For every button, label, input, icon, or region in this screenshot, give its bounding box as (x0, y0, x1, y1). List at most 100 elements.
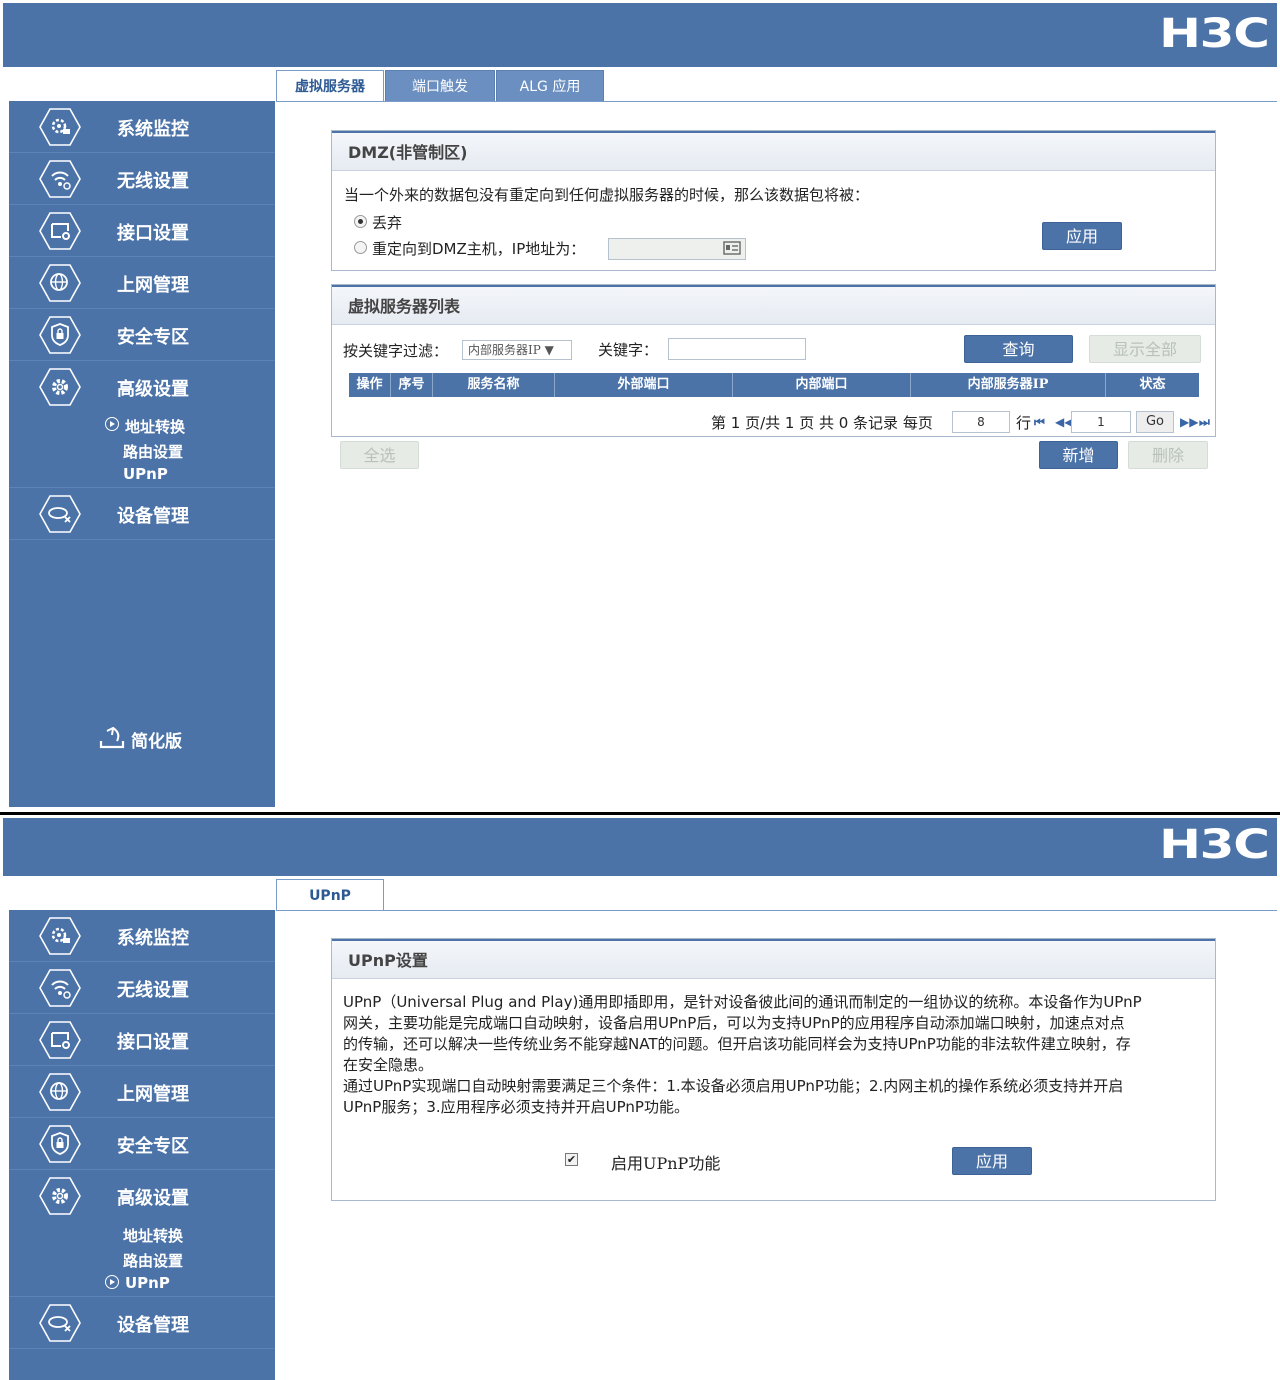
col-action: 操作 (349, 373, 391, 397)
monitor-gear-icon (39, 916, 81, 956)
sidebar-item-label: 无线设置 (117, 980, 189, 1001)
col-internal-ip: 内部服务器IP (911, 373, 1106, 397)
wifi-icon (39, 159, 81, 199)
sidebar-item-security[interactable]: 安全专区 (9, 1118, 275, 1170)
globe-icon (39, 263, 81, 303)
current-page-indicator-icon (105, 417, 119, 431)
interface-icon (39, 211, 81, 251)
sidebar: 系统监控 无线设置 接口设置 上网管理 安全专区 高级设置 地址转换 路由设置 … (9, 910, 275, 1380)
keyword-label: 关键字： (598, 341, 659, 359)
sidebar-item-internet[interactable]: 上网管理 (9, 257, 275, 309)
header-bar: H3C (3, 3, 1277, 67)
sidebar-item-label: 设备管理 (117, 1315, 189, 1336)
enable-upnp-label: 启用UPnP功能 (611, 1154, 721, 1173)
tab-upnp[interactable]: UPnP (276, 879, 384, 911)
sidebar-subitem-nat[interactable]: 地址转换 (123, 1225, 183, 1246)
pager-summary: 第 1 页/共 1 页 共 0 条记录 每页 (711, 414, 933, 432)
monitor-gear-icon (39, 107, 81, 147)
shield-lock-icon (39, 1124, 81, 1164)
upnp-description: UPnP（Universal Plug and Play)通用即插即用，是针对设… (343, 992, 1203, 1118)
upnp-title: UPnP设置 (332, 939, 1215, 979)
page-number-input[interactable]: 1 (1071, 411, 1131, 433)
tab-virtual-server[interactable]: 虚拟服务器 (276, 70, 384, 102)
device-icon (39, 1303, 81, 1343)
sidebar-item-label: 系统监控 (117, 928, 189, 949)
radio-discard-label: 丢弃 (372, 214, 403, 232)
col-status: 状态 (1139, 377, 1166, 392)
wifi-icon (39, 968, 81, 1008)
tab-alg[interactable]: ALG 应用 (496, 70, 604, 102)
virtual-server-title: 虚拟服务器列表 (332, 285, 1215, 325)
filter-label: 按关键字过滤： (343, 342, 449, 360)
search-button[interactable]: 查询 (964, 335, 1073, 363)
shield-lock-icon (39, 315, 81, 355)
dmz-apply-button[interactable]: 应用 (1042, 222, 1122, 250)
sidebar-item-wireless[interactable]: 无线设置 (9, 962, 275, 1014)
globe-icon (39, 1072, 81, 1112)
interface-icon (39, 1020, 81, 1060)
col-index: 序号 (391, 373, 433, 397)
current-page-indicator-icon (105, 1275, 119, 1289)
next-page-icon[interactable]: ▶▶ (1180, 415, 1198, 429)
sidebar-item-interface[interactable]: 接口设置 (9, 1014, 275, 1066)
sidebar-item-label: 系统监控 (117, 119, 189, 140)
tab-underline (276, 101, 1277, 102)
sidebar-item-wireless[interactable]: 无线设置 (9, 153, 275, 205)
upnp-apply-button[interactable]: 应用 (952, 1147, 1032, 1175)
simple-mode-link[interactable]: 简化版 (99, 726, 182, 756)
sidebar: 系统监控 无线设置 接口设置 上网管理 安全专区 高级设置 地址转换 路由设置 … (9, 101, 275, 807)
filter-select[interactable]: 内部服务器IP ▼ (462, 340, 572, 360)
select-all-button[interactable]: 全选 (340, 441, 419, 469)
show-all-button[interactable]: 显示全部 (1089, 335, 1201, 363)
simple-mode-label: 简化版 (131, 732, 182, 752)
table-header: 操作 序号 服务名称 外部端口 内部端口 内部服务器IP 状态 (349, 373, 1199, 397)
last-page-icon[interactable]: ⏭ (1199, 415, 1210, 430)
gear-icon (39, 1176, 81, 1216)
sidebar-subitem-upnp[interactable]: UPnP (123, 465, 168, 483)
upnp-description-line: 的传输，还可以解决一些传统业务不能穿越NAT的问题。但开启该功能同样会为支持UP… (343, 1035, 1131, 1053)
sidebar-subitem-routing[interactable]: 路由设置 (123, 1250, 183, 1271)
sidebar-item-device[interactable]: 设备管理 (9, 1297, 275, 1349)
dmz-ip-input[interactable] (608, 238, 746, 260)
sidebar-subitem-upnp[interactable]: UPnP (125, 1274, 170, 1292)
keyword-input[interactable] (668, 338, 806, 360)
sidebar-subitem-nat[interactable]: 地址转换 (125, 416, 185, 437)
advanced-submenu: 地址转换 路由设置 UPnP (9, 413, 275, 488)
per-page-input[interactable]: 8 (952, 411, 1010, 433)
header-bar: H3C (3, 818, 1277, 876)
sidebar-subitem-routing[interactable]: 路由设置 (123, 441, 183, 462)
radio-redirect-dmz[interactable] (354, 241, 367, 254)
radio-discard[interactable] (354, 215, 367, 228)
add-button[interactable]: 新增 (1039, 441, 1118, 469)
sidebar-item-label: 高级设置 (117, 379, 189, 400)
sidebar-item-label: 高级设置 (117, 1188, 189, 1209)
sidebar-item-label: 接口设置 (117, 1032, 189, 1053)
gear-icon (39, 367, 81, 407)
delete-button[interactable]: 删除 (1128, 441, 1208, 469)
sidebar-item-device[interactable]: 设备管理 (9, 488, 275, 540)
sidebar-item-internet[interactable]: 上网管理 (9, 1066, 275, 1118)
enable-upnp-checkbox[interactable]: ✔ (565, 1153, 578, 1166)
upnp-description-line: 在安全隐患。 (343, 1056, 434, 1074)
device-icon (39, 494, 81, 534)
dmz-description: 当一个外来的数据包没有重定向到任何虚拟服务器的时候，那么该数据包将被： (344, 186, 870, 204)
upnp-description-line: 通过UPnP实现端口自动映射需要满足三个条件：1.本设备必须启用UPnP功能；2… (343, 1077, 1124, 1095)
h3c-logo: H3C (1159, 11, 1270, 57)
sidebar-item-monitor[interactable]: 系统监控 (9, 910, 275, 962)
sidebar-item-advanced[interactable]: 高级设置 (9, 361, 275, 413)
first-page-icon[interactable]: ⏮ (1034, 415, 1045, 430)
h3c-logo: H3C (1159, 822, 1270, 868)
col-service-name: 服务名称 (433, 373, 555, 397)
return-arrow-icon (99, 726, 127, 756)
tab-port-trigger[interactable]: 端口触发 (385, 70, 495, 102)
go-button[interactable]: Go (1136, 411, 1174, 433)
sidebar-item-security[interactable]: 安全专区 (9, 309, 275, 361)
sidebar-item-interface[interactable]: 接口设置 (9, 205, 275, 257)
sidebar-item-advanced[interactable]: 高级设置 (9, 1170, 275, 1222)
radio-redirect-label: 重定向到DMZ主机，IP地址为： (372, 240, 586, 258)
sidebar-item-monitor[interactable]: 系统监控 (9, 101, 275, 153)
upnp-description-line: UPnP服务；3.应用程序必须支持并开启UPnP功能。 (343, 1098, 689, 1116)
rows-label: 行 (1016, 414, 1032, 432)
col-external-port: 外部端口 (555, 373, 733, 397)
upnp-description-line: 网关，主要功能是完成端口自动映射，设备启用UPnP后，可以为支持UPnP的应用程… (343, 1014, 1125, 1032)
